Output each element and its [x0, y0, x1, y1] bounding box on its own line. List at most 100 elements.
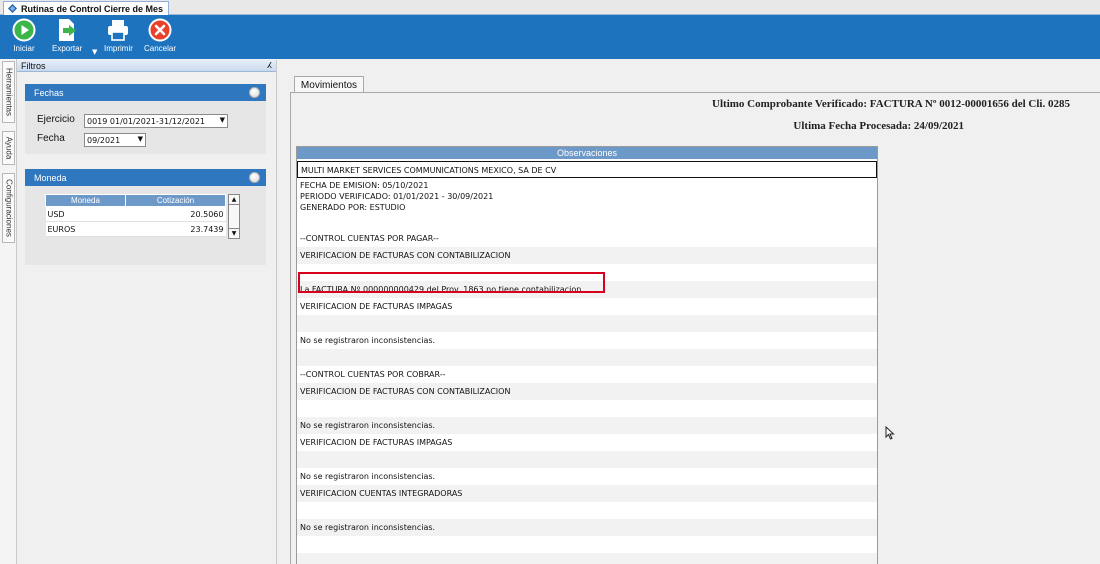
tab-movimientos-label: Movimientos: [300, 79, 358, 91]
list-item[interactable]: No se registraron inconsistencias.: [297, 417, 877, 434]
observaciones-header[interactable]: Observaciones: [297, 147, 877, 159]
fechas-group-header[interactable]: Fechas: [25, 84, 266, 101]
tab-movimientos[interactable]: Movimientos: [294, 76, 364, 93]
list-item[interactable]: No se registraron inconsistencias.: [297, 332, 877, 349]
row-text: VERIFICACION DE FACTURAS IMPAGAS: [300, 438, 453, 447]
cotizacion-cell[interactable]: 20.5060: [125, 206, 226, 222]
list-item[interactable]: --CONTROL CUENTAS POR PAGAR--: [297, 230, 877, 247]
list-item[interactable]: No se registraron inconsistencias.: [297, 468, 877, 485]
document-tab[interactable]: Rutinas de Control Cierre de Mes: [3, 1, 170, 15]
row-text: PERIODO VERIFICADO: 01/01/2021 - 30/09/2…: [300, 192, 494, 201]
collapse-icon[interactable]: [249, 172, 260, 183]
cancel-icon: [148, 18, 172, 42]
document-tab-title: Rutinas de Control Cierre de Mes: [21, 3, 164, 14]
list-item[interactable]: [297, 451, 877, 468]
list-item[interactable]: [297, 349, 877, 366]
exportar-label: Exportar: [52, 44, 83, 53]
exportar-button[interactable]: Exportar: [52, 18, 82, 53]
list-item[interactable]: [297, 553, 877, 564]
list-item[interactable]: [297, 315, 877, 332]
list-item[interactable]: VERIFICACION DE FACTURAS CON CONTABILIZA…: [297, 383, 877, 400]
app-diamond-icon: [8, 4, 17, 13]
row-text: VERIFICACION DE FACTURAS IMPAGAS: [300, 302, 453, 311]
moneda-group-header[interactable]: Moneda: [25, 169, 266, 186]
iniciar-button[interactable]: Iniciar: [12, 18, 36, 53]
tab-ayuda[interactable]: Ayuda: [2, 131, 15, 165]
collapse-icon[interactable]: [249, 87, 260, 98]
filtros-title: Filtros: [21, 60, 46, 71]
list-item[interactable]: --CONTROL CUENTAS POR COBRAR--: [297, 366, 877, 383]
column-header-moneda[interactable]: Moneda: [45, 194, 126, 207]
fechas-group: Fechas Ejercicio 0019 01/01/2021-31/12/2…: [25, 84, 266, 154]
table-row[interactable]: EUROS 23.7439: [45, 221, 226, 237]
list-item[interactable]: [297, 502, 877, 519]
tab-configuraciones[interactable]: Configuraciones: [2, 173, 15, 243]
pin-icon[interactable]: ⵃ: [267, 61, 272, 70]
chevron-down-icon: ▼: [219, 116, 225, 124]
ejercicio-label: Ejercicio: [37, 114, 75, 125]
toolbar: Iniciar Exportar ▼ Imprimir Cancelar: [0, 15, 1100, 59]
moneda-table: Moneda Cotización USD 20.5060 EUROS 23.7…: [45, 194, 226, 237]
chevron-down-icon: ▼: [137, 135, 143, 143]
cotizacion-cell[interactable]: 23.7439: [125, 221, 226, 237]
list-item[interactable]: [297, 400, 877, 417]
highlight-box: [298, 272, 605, 293]
imprimir-label: Imprimir: [104, 44, 133, 53]
cancelar-label: Cancelar: [144, 44, 177, 53]
list-item[interactable]: VERIFICACION CUENTAS INTEGRADORAS: [297, 485, 877, 502]
main-area: Movimientos Ultimo Comprobante Verificad…: [278, 60, 1100, 564]
list-item[interactable]: VERIFICACION DE FACTURAS IMPAGAS: [297, 298, 877, 315]
ultima-fecha-text: Ultima Fecha Procesada: 24/09/2021: [793, 120, 964, 132]
row-text: VERIFICACION DE FACTURAS CON CONTABILIZA…: [300, 251, 511, 260]
row-text: --CONTROL CUENTAS POR COBRAR--: [300, 370, 446, 379]
row-text: No se registraron inconsistencias.: [300, 523, 436, 532]
ultimo-comprobante-text: Ultimo Comprobante Verificado: FACTURA N…: [712, 98, 1070, 110]
cancelar-button[interactable]: Cancelar: [144, 18, 176, 53]
list-item[interactable]: VERIFICACION DE FACTURAS CON CONTABILIZA…: [297, 247, 877, 264]
moneda-scrollbar[interactable]: ▲ ▼: [228, 194, 240, 239]
document-tab-strip: Rutinas de Control Cierre de Mes: [0, 0, 1100, 15]
column-header-cotizacion[interactable]: Cotización: [125, 194, 226, 207]
tab-ayuda-label: Ayuda: [4, 136, 13, 160]
list-item[interactable]: MULTI MARKET SERVICES COMMUNICATIONS MEX…: [297, 161, 877, 178]
moneda-group: Moneda Moneda Cotización USD 20.5060 EUR…: [25, 169, 266, 265]
scroll-down-icon[interactable]: ▼: [229, 228, 239, 238]
fecha-value: 09/2021: [87, 135, 121, 145]
list-item[interactable]: VERIFICACION DE FACTURAS IMPAGAS: [297, 434, 877, 451]
exportar-dropdown-icon[interactable]: ▼: [92, 48, 97, 56]
tab-herramientas-label: Herramientas: [4, 67, 13, 117]
row-text: --CONTROL CUENTAS POR PAGAR--: [300, 234, 439, 243]
list-item[interactable]: No se registraron inconsistencias.: [297, 519, 877, 536]
iniciar-label: Iniciar: [13, 44, 35, 53]
play-icon: [12, 18, 36, 42]
imprimir-button[interactable]: Imprimir: [104, 18, 133, 53]
scroll-up-icon[interactable]: ▲: [229, 195, 239, 205]
moneda-cell: USD: [45, 206, 126, 222]
moneda-cell: EUROS: [45, 221, 126, 237]
fecha-select[interactable]: 09/2021 ▼: [84, 133, 146, 147]
ejercicio-select[interactable]: 0019 01/01/2021-31/12/2021 ▼: [84, 114, 228, 128]
row-text: GENERADO POR: ESTUDIO: [300, 203, 406, 212]
filtros-header: Filtros ⵃ: [17, 60, 276, 72]
side-tab-bar: Herramientas Ayuda Configuraciones: [0, 59, 17, 564]
tab-herramientas[interactable]: Herramientas: [2, 61, 15, 123]
printer-icon: [108, 20, 129, 41]
row-text: No se registraron inconsistencias.: [300, 472, 436, 481]
list-item[interactable]: FECHA DE EMISION: 05/10/2021 PERIODO VERI…: [297, 178, 877, 230]
row-text: MULTI MARKET SERVICES COMMUNICATIONS MEX…: [301, 166, 557, 175]
tab-configuraciones-label: Configuraciones: [4, 179, 13, 237]
ejercicio-value: 0019 01/01/2021-31/12/2021: [87, 116, 206, 126]
row-text: VERIFICACION DE FACTURAS CON CONTABILIZA…: [300, 387, 511, 396]
mouse-cursor-icon: [885, 426, 895, 440]
filtros-panel: Filtros ⵃ Fechas Ejercicio 0019 01/01/20…: [17, 60, 277, 564]
observaciones-grid: Observaciones MULTI MARKET SERVICES COMM…: [296, 146, 878, 564]
export-icon: [59, 19, 77, 41]
fechas-group-title: Fechas: [34, 87, 64, 98]
row-text: No se registraron inconsistencias.: [300, 336, 436, 345]
table-row[interactable]: USD 20.5060: [45, 206, 226, 222]
moneda-group-title: Moneda: [34, 172, 67, 183]
row-text: FECHA DE EMISION: 05/10/2021: [300, 181, 429, 190]
list-item[interactable]: [297, 536, 877, 553]
fecha-label: Fecha: [37, 133, 65, 144]
row-text: VERIFICACION CUENTAS INTEGRADORAS: [300, 489, 463, 498]
